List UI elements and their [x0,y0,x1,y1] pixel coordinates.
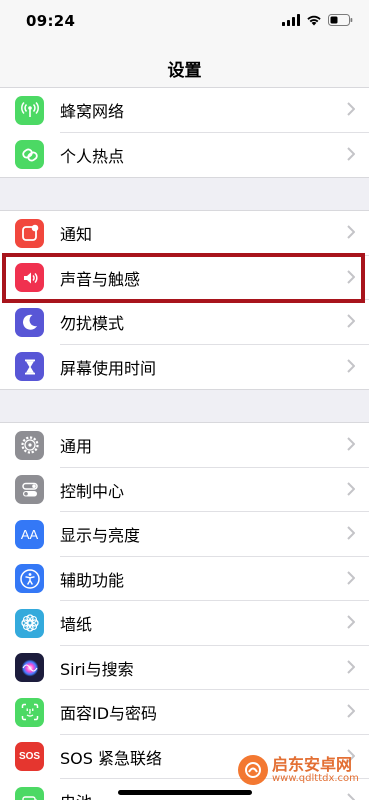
settings-row-label: 勿扰模式 [60,314,125,334]
text-size-glyph: AA [20,526,39,542]
settings-row-label: Siri与搜索 [60,659,134,679]
wifi-icon [307,15,321,26]
home-indicator[interactable] [118,790,252,795]
chevron-right-icon [347,615,355,629]
navigation-bar: 设置 [0,44,369,88]
chevron-right-icon [347,146,355,161]
settings-row-screen-time[interactable]: 屏幕使用时间 [0,345,369,390]
settings-row-sounds-haptics[interactable]: 声音与触感 [0,256,369,300]
settings-row-cellular[interactable]: 蜂窝网络 [0,88,369,133]
settings-row-face-id[interactable]: 面容ID与密码 [0,690,369,735]
settings-row-label: 显示与亮度 [60,526,141,546]
settings-group-general: 通用 控制中心 AA 显示与亮度 辅助功能 墙纸 Siri与搜索 面容ID与密码… [0,422,369,800]
watermark-sub: www.qdlttdx.com [272,773,359,785]
link-icon [15,140,44,170]
settings-row-general[interactable]: 通用 [0,423,369,468]
settings-row-label: 通用 [60,437,93,457]
settings-row-label: 墙纸 [60,615,93,635]
page-title: 设置 [167,61,202,81]
settings-row-accessibility[interactable]: 辅助功能 [0,557,369,601]
notification-icon [15,218,44,248]
sos-glyph: SOS [18,751,41,763]
sos-icon: SOS [15,742,44,772]
chevron-right-icon [347,793,355,800]
settings-row-display-brightness[interactable]: AA 显示与亮度 [0,512,369,557]
chevron-right-icon [347,481,355,496]
battery-icon [15,786,44,800]
toggles-icon [15,475,44,505]
settings-row-label: 声音与触感 [60,269,141,289]
siri-icon [15,653,44,683]
cellular-signal-icon [282,14,300,26]
settings-row-notifications[interactable]: 通知 [0,211,369,256]
settings-row-label: 通知 [60,225,93,245]
chevron-right-icon [347,437,355,451]
watermark: 启东安卓网 www.qdlttdx.com [238,755,359,785]
settings-group-notifications: 通知 声音与触感 勿扰模式 屏幕使用时间 [0,210,369,390]
flower-icon [15,608,44,638]
chevron-right-icon [347,314,355,328]
settings-group-network: 蜂窝网络 个人热点 [0,87,369,178]
chevron-right-icon [347,526,355,540]
settings-row-label: 蜂窝网络 [60,102,125,122]
gear-icon [15,430,44,460]
chevron-right-icon [347,269,355,284]
settings-row-label: 电池 [60,789,92,800]
settings-row-wallpaper[interactable]: 墙纸 [0,601,369,646]
speaker-icon [15,263,44,293]
battery-status-icon [328,14,353,26]
settings-row-siri-search[interactable]: Siri与搜索 [0,646,369,690]
settings-row-label: SOS 紧急联络 [60,748,162,768]
antenna-icon [15,95,44,125]
chevron-right-icon [347,225,355,239]
watermark-main: 启东安卓网 [272,754,353,774]
settings-row-label: 个人热点 [60,146,125,166]
hourglass-icon [15,352,44,382]
settings-row-label: 控制中心 [60,481,125,501]
status-icons [282,14,353,26]
watermark-logo-icon [238,755,268,785]
settings-row-label: 辅助功能 [60,570,125,590]
accessibility-icon [15,564,44,594]
chevron-right-icon [347,570,355,585]
settings-row-control-center[interactable]: 控制中心 [0,468,369,512]
chevron-right-icon [347,102,355,116]
chevron-right-icon [347,704,355,718]
chevron-right-icon [347,358,355,373]
settings-row-label: 屏幕使用时间 [60,358,157,378]
moon-icon [15,307,44,337]
watermark-text: 启东安卓网 www.qdlttdx.com [272,756,359,785]
settings-row-hotspot[interactable]: 个人热点 [0,133,369,178]
status-bar: 09:24 [0,0,369,44]
settings-row-do-not-disturb[interactable]: 勿扰模式 [0,300,369,345]
settings-row-label: 面容ID与密码 [60,704,158,724]
chevron-right-icon [347,659,355,674]
text-size-icon: AA [15,519,44,549]
status-time: 09:24 [26,12,76,30]
face-id-icon [15,697,44,727]
